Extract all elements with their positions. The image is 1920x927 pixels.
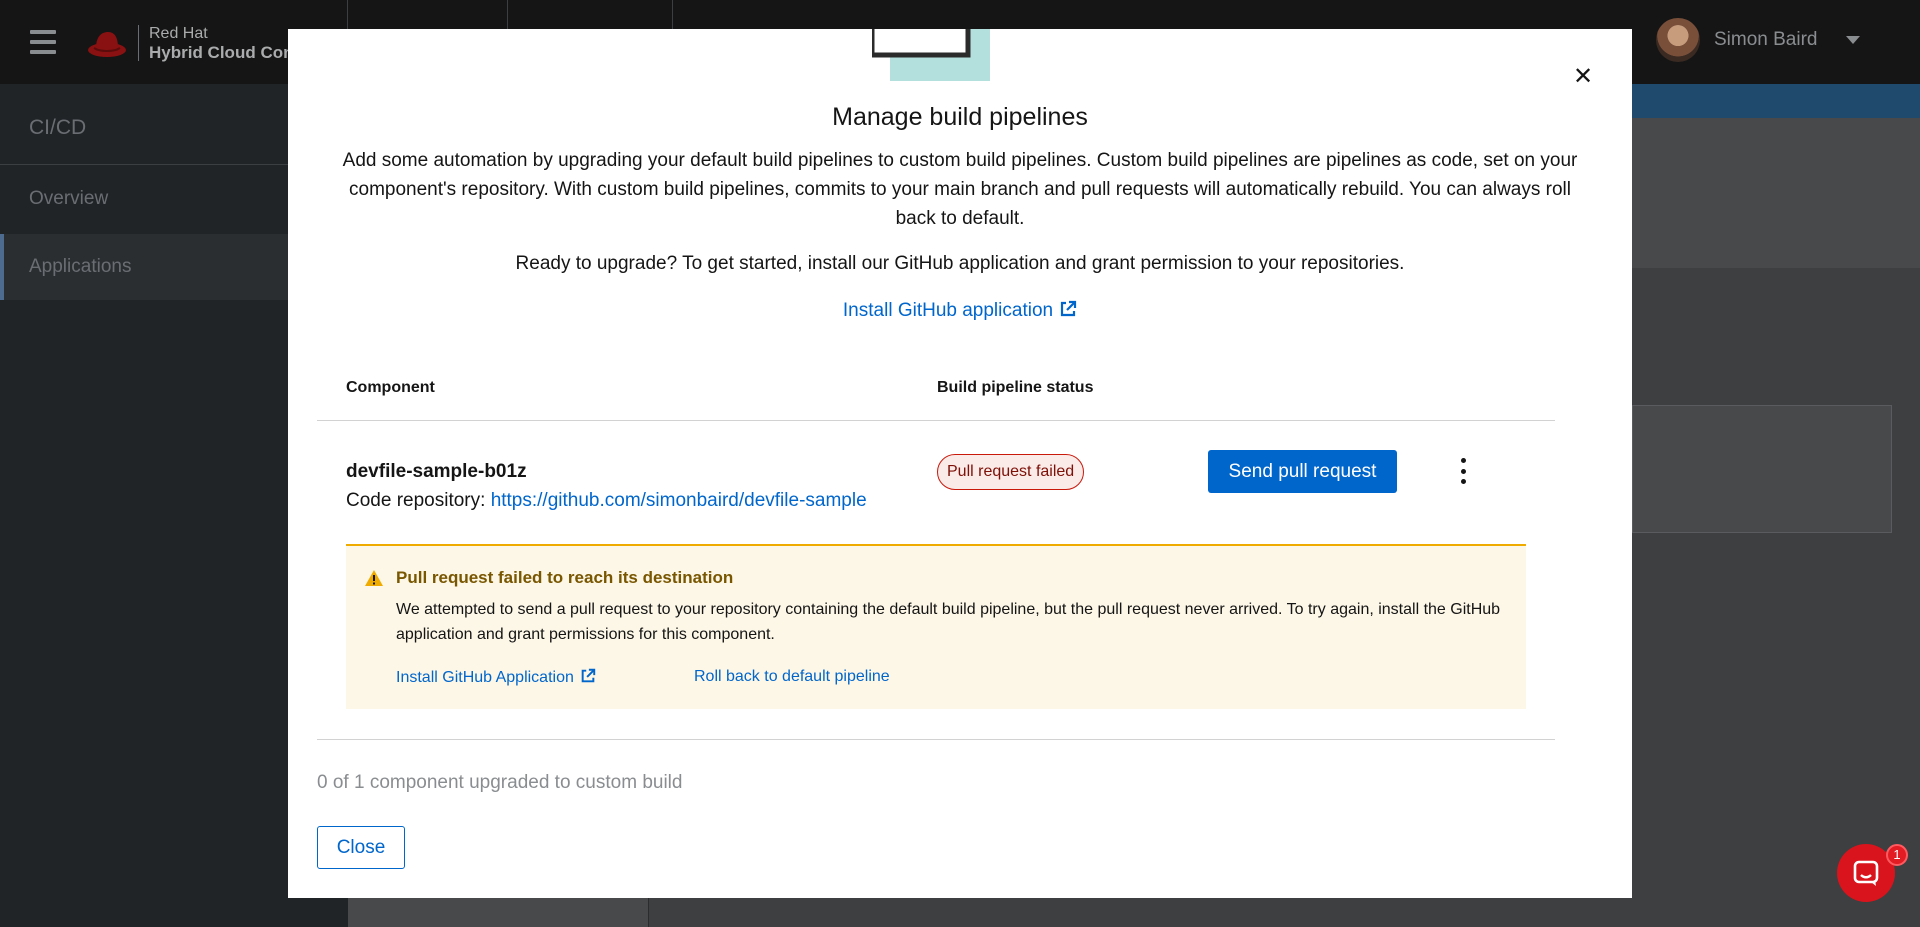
roll-back-to-default-link[interactable]: Roll back to default pipeline [694,668,890,686]
sidebar-title[interactable]: CI/CD [29,116,86,140]
notification-badge: 1 [1886,844,1908,866]
red-hat-icon [88,32,126,57]
close-icon[interactable]: ✕ [1571,65,1595,89]
alert-install-label: Install GitHub Application [396,669,574,686]
send-pull-request-button[interactable]: Send pull request [1208,450,1397,493]
caret-down-icon [1845,36,1860,44]
alert-body: We attempted to send a pull request to y… [396,601,1501,643]
code-repository: Code repository: https://github.com/simo… [346,490,867,512]
logo-divider [138,25,139,61]
footer-divider [317,739,1555,740]
ready-text: Ready to upgrade? To get started, instal… [515,253,1405,274]
status-badge: Pull request failed [937,454,1085,490]
logo-text: Red Hat Hybrid Cloud Cons [149,24,303,62]
modal-title: Manage build pipelines [832,103,1088,131]
user-menu[interactable]: Simon Baird [1656,18,1860,62]
repo-label: Code repository: [346,490,486,511]
user-name: Simon Baird [1714,29,1818,50]
close-button[interactable]: Close [317,826,405,869]
repo-link[interactable]: https://github.com/simonbaird/devfile-sa… [491,490,867,511]
warning-alert: Pull request failed to reach its destina… [346,544,1526,709]
alert-title: Pull request failed to reach its destina… [396,568,734,587]
kebab-menu-icon[interactable] [1457,458,1469,484]
external-link-icon [581,668,596,683]
sidebar-item-label: Applications [29,256,132,277]
install-github-app-link[interactable]: Install GitHub application [288,300,1632,322]
logo-line-2: Hybrid Cloud Cons [149,43,303,62]
logo-line-1: Red Hat [149,25,208,42]
warning-icon [365,570,383,586]
chat-icon [1853,860,1879,886]
upgrade-summary: 0 of 1 component upgraded to custom buil… [317,772,683,793]
install-github-application-link[interactable]: Install GitHub Application [396,668,596,687]
component-name: devfile-sample-b01z [346,461,527,482]
install-link-label: Install GitHub application [842,300,1054,321]
pipeline-illustration-icon [872,29,990,81]
external-link-icon [1060,300,1077,317]
content-panel [1632,118,1920,268]
info-banner [1632,84,1920,118]
manage-build-pipelines-modal: ✕ Manage build pipelines Add some automa… [288,29,1632,898]
modal-description: Add some automation by upgrading your de… [342,150,1578,229]
column-header-component: Component [346,379,435,396]
hamburger-menu-icon[interactable] [30,30,56,54]
column-header-status: Build pipeline status [937,379,1094,396]
content-card [1632,405,1892,533]
red-hat-logo[interactable]: Red Hat Hybrid Cloud Cons [86,24,303,62]
avatar [1656,18,1700,62]
table-divider [317,420,1555,421]
sidebar-item-label: Overview [29,188,109,209]
